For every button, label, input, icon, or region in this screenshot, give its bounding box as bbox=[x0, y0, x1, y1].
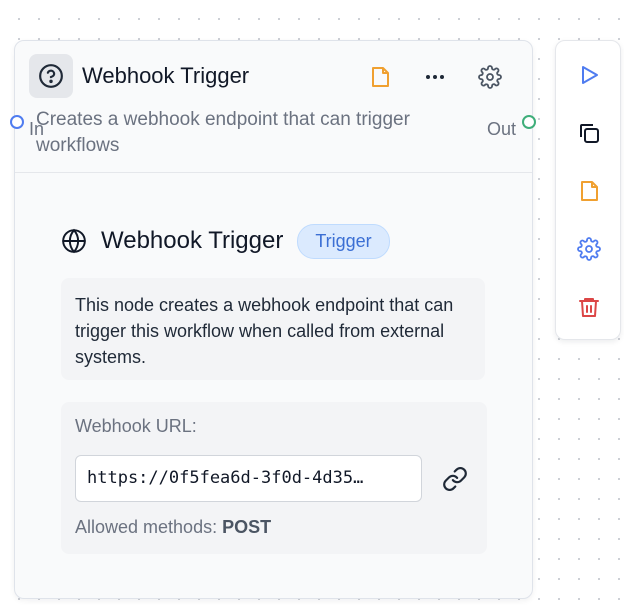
node-header: Webhook Trigger Creates a webhook endpoi… bbox=[15, 41, 532, 173]
run-button[interactable] bbox=[575, 61, 603, 89]
note-button[interactable] bbox=[367, 64, 393, 90]
trigger-badge: Trigger bbox=[297, 223, 390, 259]
info-box: This node creates a webhook endpoint tha… bbox=[61, 278, 485, 380]
output-port-label: Out bbox=[487, 119, 517, 139]
webhook-url-field[interactable]: https://0f5fea6d-3f0d-4d35… bbox=[75, 455, 422, 502]
help-icon bbox=[39, 64, 63, 88]
link-icon bbox=[443, 467, 467, 491]
output-port[interactable] bbox=[522, 115, 536, 129]
copy-icon bbox=[580, 124, 599, 143]
note-button[interactable] bbox=[575, 177, 603, 205]
input-port[interactable] bbox=[10, 115, 24, 129]
more-button[interactable] bbox=[422, 64, 448, 90]
copy-url-button[interactable] bbox=[441, 465, 469, 493]
settings-button[interactable] bbox=[477, 64, 503, 90]
input-port-label: In bbox=[29, 119, 45, 139]
body-title: Webhook Trigger bbox=[101, 227, 284, 254]
gear-icon bbox=[577, 237, 601, 261]
settings-button[interactable] bbox=[575, 235, 603, 263]
globe-icon bbox=[62, 228, 86, 254]
node-title: Webhook Trigger bbox=[82, 63, 250, 88]
note-icon bbox=[581, 181, 598, 201]
webhook-trigger-node[interactable]: Webhook Trigger Creates a webhook endpoi… bbox=[14, 40, 533, 599]
gear-icon bbox=[478, 65, 502, 89]
delete-button[interactable] bbox=[575, 293, 603, 321]
play-icon bbox=[582, 66, 598, 84]
more-icon bbox=[426, 75, 444, 79]
webhook-url-panel: Webhook URL: https://0f5fea6d-3f0d-4d35…… bbox=[61, 402, 487, 554]
node-description: Creates a webhook endpoint that can trig… bbox=[36, 109, 410, 156]
allowed-methods: Allowed methods: POST bbox=[75, 517, 271, 538]
body-title-row: Webhook Trigger Trigger bbox=[61, 223, 390, 259]
trash-icon bbox=[579, 298, 599, 317]
help-button[interactable] bbox=[29, 54, 73, 98]
allowed-methods-label: Allowed methods: bbox=[75, 517, 218, 537]
note-icon bbox=[372, 67, 389, 87]
allowed-methods-value: POST bbox=[222, 517, 272, 537]
webhook-url-label: Webhook URL: bbox=[75, 416, 197, 436]
node-toolbar bbox=[555, 40, 621, 340]
duplicate-button[interactable] bbox=[575, 119, 603, 147]
